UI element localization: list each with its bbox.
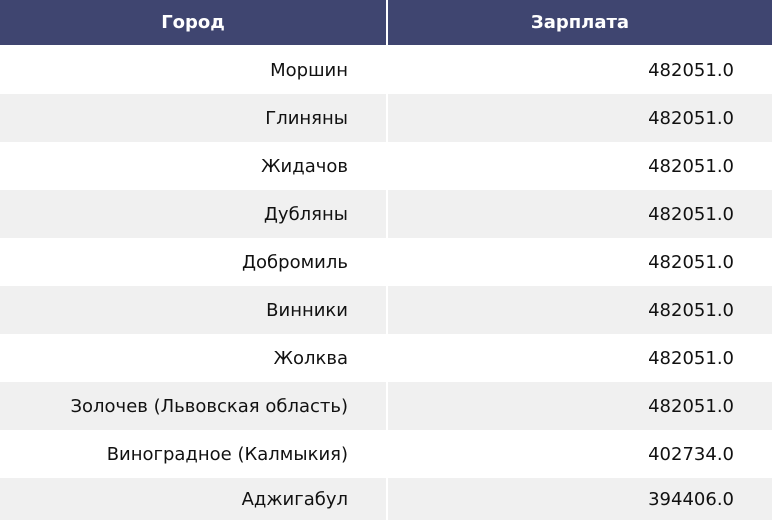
city-cell: Глиняны [0,94,388,142]
salary-cell: 482051.0 [387,238,772,286]
table-row: Винники 482051.0 [0,286,772,334]
city-cell: Виноградное (Калмыкия) [0,430,388,478]
column-header-city: Город [0,0,388,46]
salary-cell: 482051.0 [387,286,772,334]
salary-cell: 482051.0 [387,94,772,142]
table-row: Моршин 482051.0 [0,45,772,94]
salary-cell: 394406.0 [387,478,772,520]
salary-table: Город Зарплата Моршин 482051.0 Глиняны 4… [0,0,772,520]
header-row: Город Зарплата [0,0,772,46]
salary-cell: 482051.0 [387,382,772,430]
city-cell: Винники [0,286,388,334]
city-cell: Аджигабул [0,478,388,520]
city-cell: Жолква [0,334,388,382]
table-row: Аджигабул 394406.0 [0,478,772,520]
salary-cell: 402734.0 [387,430,772,478]
city-cell: Жидачов [0,142,388,190]
table-row: Глиняны 482051.0 [0,94,772,142]
column-header-salary: Зарплата [387,0,772,46]
table-row: Жидачов 482051.0 [0,142,772,190]
city-cell: Золочев (Львовская область) [0,382,388,430]
city-cell: Добромиль [0,238,388,286]
salary-cell: 482051.0 [387,334,772,382]
table-row: Виноградное (Калмыкия) 402734.0 [0,430,772,478]
salary-cell: 482051.0 [387,142,772,190]
city-cell: Дубляны [0,190,388,238]
city-cell: Моршин [0,45,388,94]
table-row: Жолква 482051.0 [0,334,772,382]
salary-cell: 482051.0 [387,190,772,238]
salary-cell: 482051.0 [387,45,772,94]
table-row: Добромиль 482051.0 [0,238,772,286]
table-row: Дубляны 482051.0 [0,190,772,238]
table-row: Золочев (Львовская область) 482051.0 [0,382,772,430]
